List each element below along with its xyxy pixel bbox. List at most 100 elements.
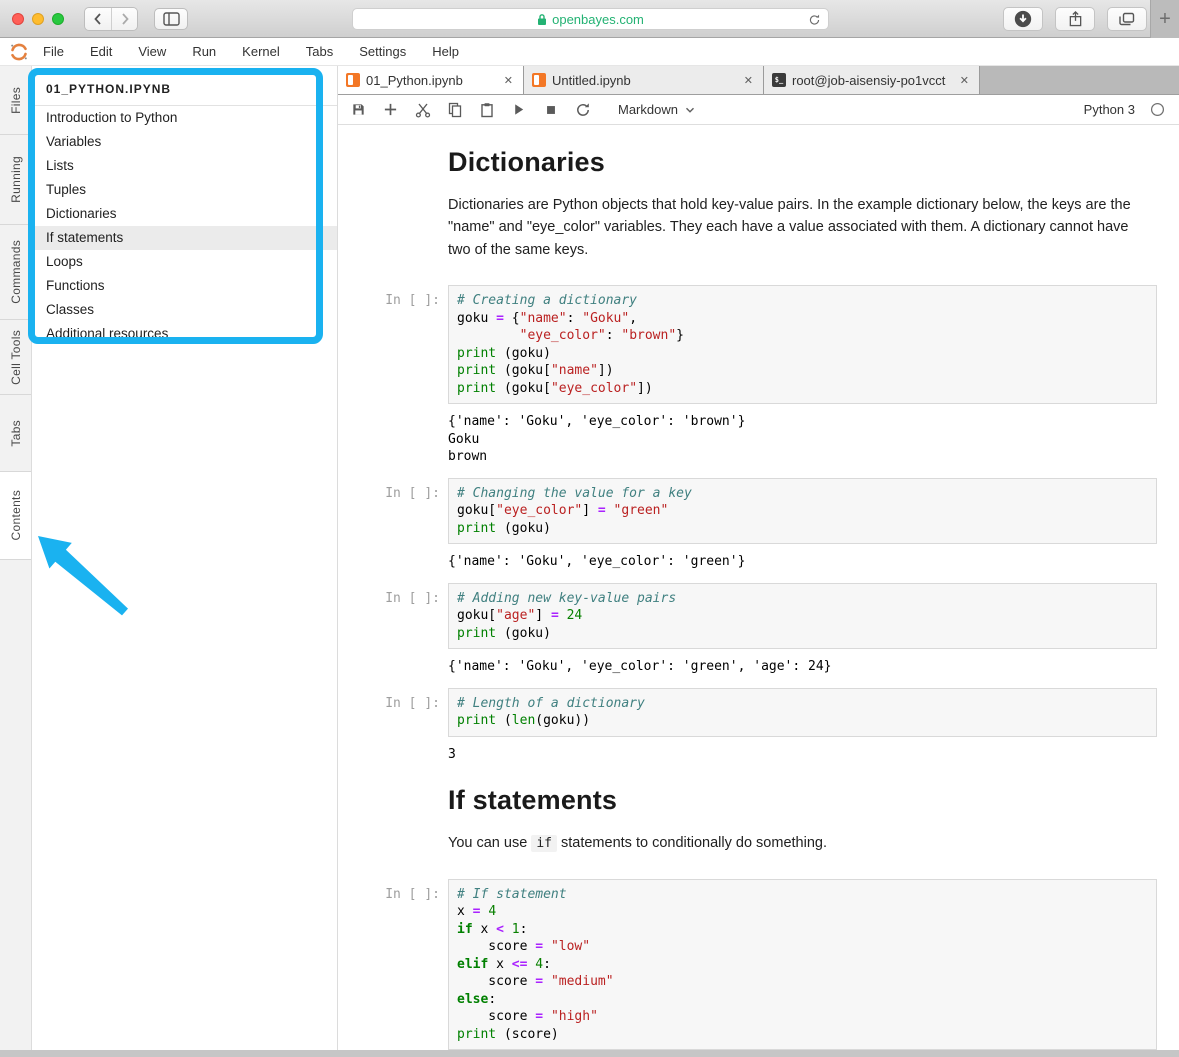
downloads-button[interactable] <box>1003 7 1043 31</box>
download-icon <box>1013 9 1033 29</box>
code-editor[interactable]: # If statement x = 4 if x < 1: score = "… <box>448 879 1157 1051</box>
toc-item-functions[interactable]: Functions <box>32 274 337 298</box>
paragraph: Dictionaries are Python objects that hol… <box>448 194 1140 261</box>
zoom-window-button[interactable] <box>52 13 64 25</box>
menu-run[interactable]: Run <box>192 44 216 59</box>
notebook-toolbar: Markdown Python 3 <box>338 95 1179 125</box>
cell-prompt: In [ ]: <box>338 688 448 737</box>
minimize-window-button[interactable] <box>32 13 44 25</box>
sidebar-icon <box>163 12 180 26</box>
code-editor[interactable]: # Creating a dictionary goku = {"name": … <box>448 285 1157 404</box>
run-button[interactable] <box>510 101 527 118</box>
code-text: # Length of a dictionary print (len(goku… <box>457 695 1148 730</box>
share-button[interactable] <box>1055 7 1095 31</box>
copy-button[interactable] <box>446 101 463 118</box>
lock-icon <box>537 13 547 26</box>
table-of-contents-panel: 01_PYTHON.IPYNB Introduction to PythonVa… <box>32 66 338 1057</box>
menu-settings[interactable]: Settings <box>359 44 406 59</box>
sidebar-toggle-button[interactable] <box>154 8 188 30</box>
sidebar-tab-label: Commands <box>9 240 23 304</box>
notebook-icon <box>532 73 546 87</box>
refresh-button[interactable] <box>574 101 591 118</box>
paste-button[interactable] <box>478 101 495 118</box>
close-icon[interactable]: ✕ <box>502 74 515 87</box>
reload-button[interactable] <box>808 13 821 30</box>
code-editor[interactable]: # Length of a dictionary print (len(goku… <box>448 688 1157 737</box>
tab-overview-button[interactable] <box>1107 7 1147 31</box>
toc-item-classes[interactable]: Classes <box>32 298 337 322</box>
cut-button[interactable] <box>414 101 431 118</box>
menu-tabs[interactable]: Tabs <box>306 44 333 59</box>
output-prompt-gutter <box>338 656 448 676</box>
doc-tab-root-job-aisensiy-po1vcct[interactable]: $_root@job-aisensiy-po1vcct✕ <box>764 66 980 94</box>
back-button[interactable] <box>85 8 111 30</box>
back-icon <box>91 12 105 26</box>
close-icon[interactable]: ✕ <box>742 74 755 87</box>
close-window-button[interactable] <box>12 13 24 25</box>
sidebar-tab-label: Contents <box>9 490 23 540</box>
toc-item-variables[interactable]: Variables <box>32 130 337 154</box>
cell-prompt: In [ ]: <box>338 478 448 545</box>
paragraph: You can use if statements to conditional… <box>448 832 1140 854</box>
refresh-icon <box>575 102 591 118</box>
window-controls <box>0 13 76 25</box>
new-tab-button[interactable]: + <box>1150 0 1179 38</box>
sidebar-tab-cell-tools[interactable]: Cell Tools <box>0 320 31 395</box>
code-editor[interactable]: # Changing the value for a key goku["eye… <box>448 478 1157 545</box>
notebook-icon <box>346 73 360 87</box>
menu-help[interactable]: Help <box>432 44 459 59</box>
share-icon <box>1068 10 1083 28</box>
toc-item-tuples[interactable]: Tuples <box>32 178 337 202</box>
toc-item-lists[interactable]: Lists <box>32 154 337 178</box>
openbayes-logo-icon <box>9 42 29 62</box>
save-icon <box>351 102 366 117</box>
forward-button[interactable] <box>111 8 137 30</box>
toc-item-if-statements[interactable]: If statements <box>32 226 337 250</box>
code-text: # Adding new key-value pairs goku["age"]… <box>457 590 1148 643</box>
sidebar-tab-contents[interactable]: Contents <box>0 472 31 560</box>
cut-icon <box>415 102 431 118</box>
cell-type-value: Markdown <box>618 102 678 117</box>
left-activity-bar: Files Running Commands Cell ToolsTabs Conten… <box>0 66 32 1057</box>
section-heading: If statements <box>448 785 1157 816</box>
menu-kernel[interactable]: Kernel <box>242 44 280 59</box>
code-text: # Changing the value for a key goku["eye… <box>457 485 1148 538</box>
sidebar-tab-running[interactable]: Running <box>0 135 31 225</box>
menu-edit[interactable]: Edit <box>90 44 112 59</box>
code-editor[interactable]: # Adding new key-value pairs goku["age"]… <box>448 583 1157 650</box>
code-cell: In [ ]:# Creating a dictionary goku = {"… <box>338 285 1179 404</box>
cell-type-dropdown[interactable]: Markdown <box>618 102 695 117</box>
output-prompt-gutter <box>338 551 448 571</box>
sidebar-tab-tabs[interactable]: Tabs <box>0 395 31 472</box>
cell-output: {'name': 'Goku', 'eye_color': 'green', '… <box>338 656 1179 676</box>
sidebar-tab-files[interactable]: Files <box>0 66 31 135</box>
code-cell: In [ ]:# Adding new key-value pairs goku… <box>338 583 1179 650</box>
reload-icon <box>808 13 821 27</box>
save-button[interactable] <box>350 101 367 118</box>
markdown-body: DictionariesDictionaries are Python obje… <box>448 137 1157 275</box>
close-icon[interactable]: ✕ <box>958 74 971 87</box>
kernel-status-icon <box>1150 102 1165 117</box>
toc-item-dictionaries[interactable]: Dictionaries <box>32 202 337 226</box>
forward-icon <box>118 12 132 26</box>
address-bar[interactable]: openbayes.com <box>352 8 829 30</box>
toc-item-introduction-to-python[interactable]: Introduction to Python <box>32 106 337 130</box>
terminal-icon: $_ <box>772 73 786 87</box>
sidebar-tab-label: Files <box>9 87 23 114</box>
toc-header: 01_PYTHON.IPYNB <box>32 72 337 106</box>
stop-button[interactable] <box>542 101 559 118</box>
doc-tab-untitled-ipynb[interactable]: Untitled.ipynb ✕ <box>524 66 764 94</box>
doc-tab-label: Untitled.ipynb <box>552 73 736 88</box>
markdown-cell: If statements You can use if statements t… <box>338 775 1179 868</box>
toc-item-loops[interactable]: Loops <box>32 250 337 274</box>
menu-view[interactable]: View <box>138 44 166 59</box>
toc-item-additional-resources[interactable]: Additional resources <box>32 322 337 346</box>
sidebar-tab-commands[interactable]: Commands <box>0 225 31 320</box>
kernel-name: Python 3 <box>1084 102 1135 117</box>
markdown-cell: DictionariesDictionaries are Python obje… <box>338 137 1179 275</box>
stop-icon <box>544 103 558 117</box>
menu-file[interactable]: File <box>43 44 64 59</box>
add-button[interactable] <box>382 101 399 118</box>
output-text: {'name': 'Goku', 'eye_color': 'green'} <box>448 551 745 571</box>
doc-tab-01-python-ipynb[interactable]: 01_Python.ipynb✕ <box>338 66 524 94</box>
